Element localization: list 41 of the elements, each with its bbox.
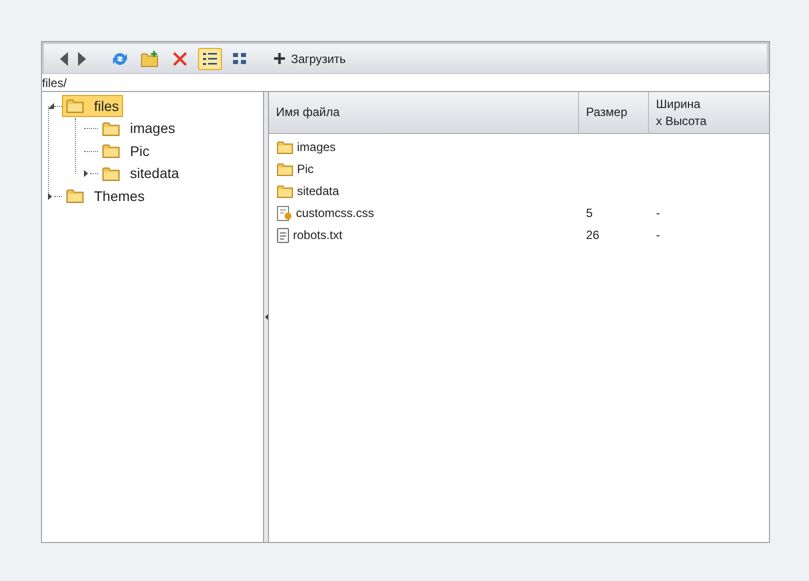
upload-button[interactable]: Загрузить: [270, 48, 350, 70]
tree-item[interactable]: Themes: [62, 185, 149, 208]
table-cell: -: [656, 228, 660, 242]
text-document-icon: [277, 227, 289, 243]
column-header[interactable]: Имя файла: [269, 92, 579, 133]
folder-icon: [102, 144, 120, 158]
tree-item[interactable]: files: [62, 95, 123, 118]
delete-icon: [173, 52, 187, 66]
refresh-icon: [112, 50, 128, 66]
plus-icon: [274, 53, 285, 64]
tree-item[interactable]: sitedata: [98, 162, 184, 185]
back-arrow-icon: [60, 52, 68, 66]
folder-icon: [66, 99, 84, 114]
table-cell: 5: [586, 206, 593, 220]
expanded-arrow-icon[interactable]: [48, 102, 54, 110]
collapse-arrow-icon[interactable]: [264, 314, 268, 320]
column-header[interactable]: Ширина x Высота: [649, 92, 769, 133]
tree-item[interactable]: images: [98, 118, 180, 140]
folder-icon: [277, 184, 293, 198]
file-name[interactable]: images: [297, 138, 336, 156]
file-name[interactable]: customcss.css: [296, 204, 374, 222]
column-header[interactable]: Размер: [579, 92, 649, 133]
folder-icon: [66, 189, 84, 204]
list-view-icon: [202, 50, 218, 66]
new-folder-icon: [141, 50, 159, 66]
file-name[interactable]: robots.txt: [293, 226, 342, 244]
folder-icon: [102, 166, 120, 181]
folder-icon: [277, 162, 293, 176]
list-view-button[interactable]: [198, 48, 222, 70]
file-name[interactable]: sitedata: [297, 182, 340, 200]
grid-view-icon: [233, 52, 247, 66]
table-cell: -: [656, 206, 660, 220]
collapsed-arrow-icon[interactable]: [84, 170, 90, 178]
folder-icon: [102, 122, 120, 136]
file-name[interactable]: Pic: [297, 160, 314, 178]
table-cell: 26: [586, 228, 600, 242]
collapsed-arrow-icon[interactable]: [48, 192, 54, 200]
folder-icon: [277, 140, 293, 154]
forward-arrow-icon: [78, 52, 86, 66]
tree-item[interactable]: Pic: [98, 140, 154, 162]
document-gear-icon: [277, 205, 292, 221]
